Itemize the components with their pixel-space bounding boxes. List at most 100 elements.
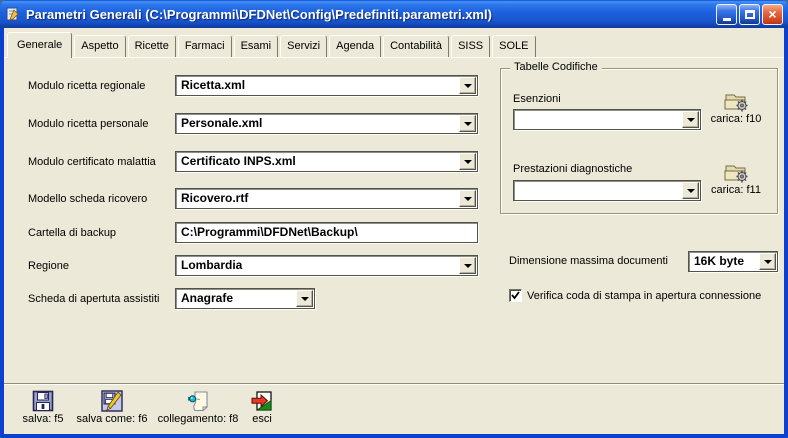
tab-strip: Generale Aspetto Ricette Farmaci Esami S… — [7, 32, 538, 57]
verifica-coda-checkbox[interactable] — [509, 289, 522, 302]
floppy-pencil-icon — [101, 390, 123, 412]
tab-farmaci[interactable]: Farmaci — [178, 35, 232, 57]
modulo-ricetta-personale-combo[interactable]: Personale.xml — [175, 113, 478, 134]
floppy-icon — [32, 390, 54, 412]
combo-value: Personale.xml — [181, 116, 262, 130]
chevron-down-icon — [687, 189, 695, 197]
prestazioni-label: Prestazioni diagnostiche — [513, 163, 632, 175]
toolbar-item-label: salva come: f6 — [74, 413, 150, 425]
field-label: Scheda di apertuta assistiti — [28, 293, 175, 305]
esci-button[interactable]: esci — [242, 390, 282, 425]
close-icon: × — [768, 7, 776, 21]
collegamento-button[interactable]: collegamento: f8 — [152, 390, 244, 425]
chevron-down-icon — [687, 118, 695, 126]
carica-prestazioni-button[interactable]: carica: f11 — [703, 162, 769, 196]
field-row: Modulo ricetta personale Personale.xml — [28, 113, 478, 134]
tabelle-codifiche-groupbox: Tabelle Codifiche Esenzioni carica: f10 — [500, 68, 778, 214]
tab-generale[interactable]: Generale — [7, 32, 72, 58]
chevron-down-icon — [464, 84, 472, 92]
chevron-down-icon — [464, 197, 472, 205]
dropdown-arrow-button[interactable] — [682, 182, 699, 199]
close-button[interactable]: × — [762, 4, 783, 25]
esenzioni-label: Esenzioni — [513, 93, 561, 105]
app-window: Parametri Generali (C:\Programmi\DFDNet\… — [0, 0, 788, 438]
folder-gear-icon — [723, 91, 749, 113]
window-title: Parametri Generali (C:\Programmi\DFDNet\… — [26, 7, 714, 22]
tab-page-border — [4, 57, 784, 58]
minimize-icon — [723, 18, 731, 21]
chevron-down-icon — [464, 264, 472, 272]
dropdown-arrow-button[interactable] — [459, 257, 476, 274]
tab-contabilita[interactable]: Contabilità — [383, 35, 449, 57]
modulo-certificato-malattia-combo[interactable]: Certificato INPS.xml — [175, 151, 478, 172]
verifica-coda-label: Verifica coda di stampa in apertura conn… — [527, 290, 761, 302]
titlebar: Parametri Generali (C:\Programmi\DFDNet\… — [0, 0, 788, 28]
input-value: C:\Programmi\DFDNet\Backup\ — [181, 225, 358, 239]
tab-siss[interactable]: SISS — [451, 35, 490, 57]
field-label: Modulo ricetta personale — [28, 118, 175, 130]
dropdown-arrow-button[interactable] — [296, 290, 313, 307]
prestazioni-combo[interactable] — [513, 180, 701, 201]
field-row: Modulo ricetta regionale Ricetta.xml — [28, 75, 478, 96]
scheda-apertura-combo[interactable]: Anagrafe — [175, 288, 315, 309]
combo-value: 16K byte — [694, 254, 744, 268]
folder-gear-icon — [723, 162, 749, 184]
combo-value: Ricetta.xml — [181, 78, 245, 92]
tab-esami[interactable]: Esami — [234, 35, 279, 57]
dimensione-combo[interactable]: 16K byte — [688, 251, 778, 272]
dropdown-arrow-button[interactable] — [459, 153, 476, 170]
carica-f10-label: carica: f10 — [703, 113, 769, 125]
toolbar-divider — [4, 383, 784, 385]
carica-f11-label: carica: f11 — [703, 184, 769, 196]
groupbox-title: Tabelle Codifiche — [510, 61, 602, 73]
field-label: Regione — [28, 260, 175, 272]
field-row: Regione Lombardia — [28, 255, 478, 276]
app-icon[interactable] — [5, 6, 21, 22]
minimize-button[interactable] — [716, 4, 737, 25]
field-label: Cartella di backup — [28, 227, 175, 239]
combo-value: Ricovero.rtf — [181, 191, 248, 205]
tab-servizi[interactable]: Servizi — [280, 35, 327, 57]
tab-agenda[interactable]: Agenda — [329, 35, 381, 57]
chevron-down-icon — [764, 260, 772, 268]
dropdown-arrow-button[interactable] — [459, 77, 476, 94]
tab-ricette[interactable]: Ricette — [128, 35, 176, 57]
cartella-backup-input[interactable]: C:\Programmi\DFDNet\Backup\ — [175, 222, 478, 243]
note-pin-icon — [187, 390, 209, 412]
salva-come-button[interactable]: salva come: f6 — [74, 390, 150, 425]
dropdown-arrow-button[interactable] — [459, 115, 476, 132]
chevron-down-icon — [464, 122, 472, 130]
maximize-button[interactable] — [739, 4, 760, 25]
chevron-down-icon — [464, 160, 472, 168]
esenzioni-combo[interactable] — [513, 109, 701, 130]
field-row: Cartella di backup C:\Programmi\DFDNet\B… — [28, 222, 478, 243]
dropdown-arrow-button[interactable] — [759, 253, 776, 270]
modulo-ricetta-regionale-combo[interactable]: Ricetta.xml — [175, 75, 478, 96]
toolbar-item-label: salva: f5 — [12, 413, 74, 425]
field-row: Modello scheda ricovero Ricovero.rtf — [28, 188, 478, 209]
field-label: Modello scheda ricovero — [28, 193, 175, 205]
field-row: Scheda di apertuta assistiti Anagrafe — [28, 288, 315, 309]
tab-aspetto[interactable]: Aspetto — [74, 35, 125, 57]
regione-combo[interactable]: Lombardia — [175, 255, 478, 276]
field-row: Modulo certificato malattia Certificato … — [28, 151, 478, 172]
field-label: Modulo certificato malattia — [28, 156, 175, 168]
toolbar-item-label: esci — [242, 413, 282, 425]
combo-value: Lombardia — [181, 258, 242, 272]
field-label: Modulo ricetta regionale — [28, 80, 175, 92]
carica-esenzioni-button[interactable]: carica: f10 — [703, 91, 769, 125]
dropdown-arrow-button[interactable] — [459, 190, 476, 207]
client-area: Generale Aspetto Ricette Farmaci Esami S… — [4, 28, 784, 434]
modello-scheda-ricovero-combo[interactable]: Ricovero.rtf — [175, 188, 478, 209]
toolbar-item-label: collegamento: f8 — [152, 413, 244, 425]
combo-value: Anagrafe — [181, 291, 233, 305]
salva-button[interactable]: salva: f5 — [12, 390, 74, 425]
dimensione-label: Dimensione massima documenti — [509, 255, 668, 267]
maximize-icon — [745, 10, 755, 19]
dropdown-arrow-button[interactable] — [682, 111, 699, 128]
checkmark-icon — [511, 291, 520, 300]
chevron-down-icon — [301, 297, 309, 305]
tab-sole[interactable]: SOLE — [492, 35, 535, 57]
combo-value: Certificato INPS.xml — [181, 154, 296, 168]
exit-icon — [251, 390, 273, 412]
